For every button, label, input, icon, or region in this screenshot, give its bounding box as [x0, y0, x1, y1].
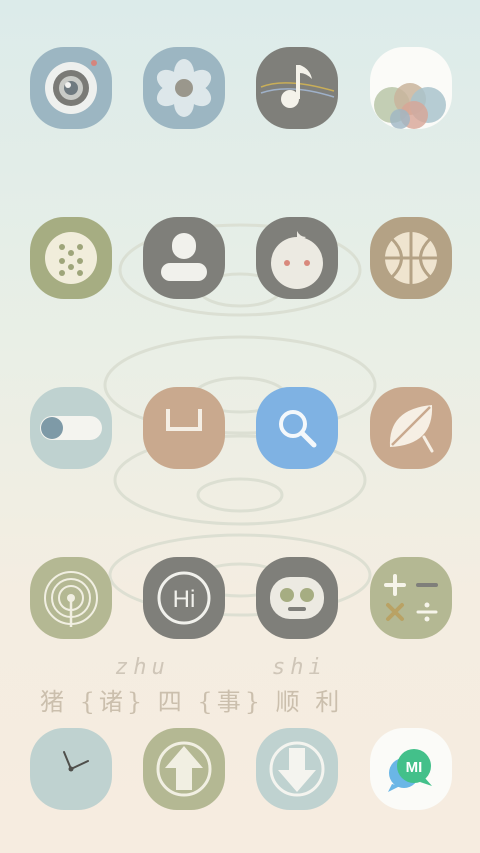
dialer-keypad-icon: [45, 232, 97, 284]
file-manager-app[interactable]: [143, 387, 225, 469]
search-app[interactable]: [256, 387, 338, 469]
wallpaper-bubbles-icon: [374, 83, 446, 129]
radio-broadcast-icon: [44, 571, 98, 627]
camera-app[interactable]: [30, 47, 112, 129]
settings-app[interactable]: [30, 387, 112, 469]
themes-app[interactable]: [370, 47, 452, 129]
robot-app[interactable]: [256, 557, 338, 639]
wallpaper-slogan: 猪 {诸} 四 {事} 顺 利: [40, 688, 344, 716]
music-note-icon: [260, 65, 335, 108]
calculator-icon: [384, 574, 438, 622]
clock-app[interactable]: [30, 728, 112, 810]
upload-app[interactable]: [143, 728, 225, 810]
settings-toggle-icon: [40, 416, 102, 440]
music-app[interactable]: [256, 47, 338, 129]
svg-text:Hi: Hi: [173, 586, 196, 613]
messaging-face-icon: [271, 231, 323, 289]
mi-chat-icon: MI: [388, 749, 432, 792]
radio-app[interactable]: [30, 557, 112, 639]
notes-leaf-icon: [389, 405, 434, 453]
hi-chat-app[interactable]: Hi: [143, 557, 225, 639]
robot-face-icon: [270, 577, 324, 619]
browser-app[interactable]: [370, 217, 452, 299]
calculator-app[interactable]: [370, 557, 452, 639]
download-arrow-icon: [269, 741, 325, 797]
download-app[interactable]: [256, 728, 338, 810]
contacts-person-icon: [161, 233, 207, 281]
contacts-app[interactable]: [143, 217, 225, 299]
svg-text:MI: MI: [406, 759, 423, 776]
file-manager-icon: [166, 409, 202, 431]
clock-icon: [63, 751, 89, 772]
dialer-app[interactable]: [30, 217, 112, 299]
upload-arrow-icon: [156, 741, 212, 797]
pinyin-shi: shi: [272, 655, 327, 680]
search-icon: [279, 410, 317, 448]
messaging-app[interactable]: [256, 217, 338, 299]
hi-chat-icon: Hi: [157, 571, 211, 625]
gallery-app[interactable]: [143, 47, 225, 129]
browser-ball-icon: [385, 232, 437, 284]
pinyin-zhu: zhu: [115, 655, 170, 680]
gallery-flower-icon: [156, 59, 212, 117]
camera-icon: [45, 60, 97, 114]
notes-app[interactable]: [370, 387, 452, 469]
mi-chat-app[interactable]: MI: [370, 728, 452, 810]
